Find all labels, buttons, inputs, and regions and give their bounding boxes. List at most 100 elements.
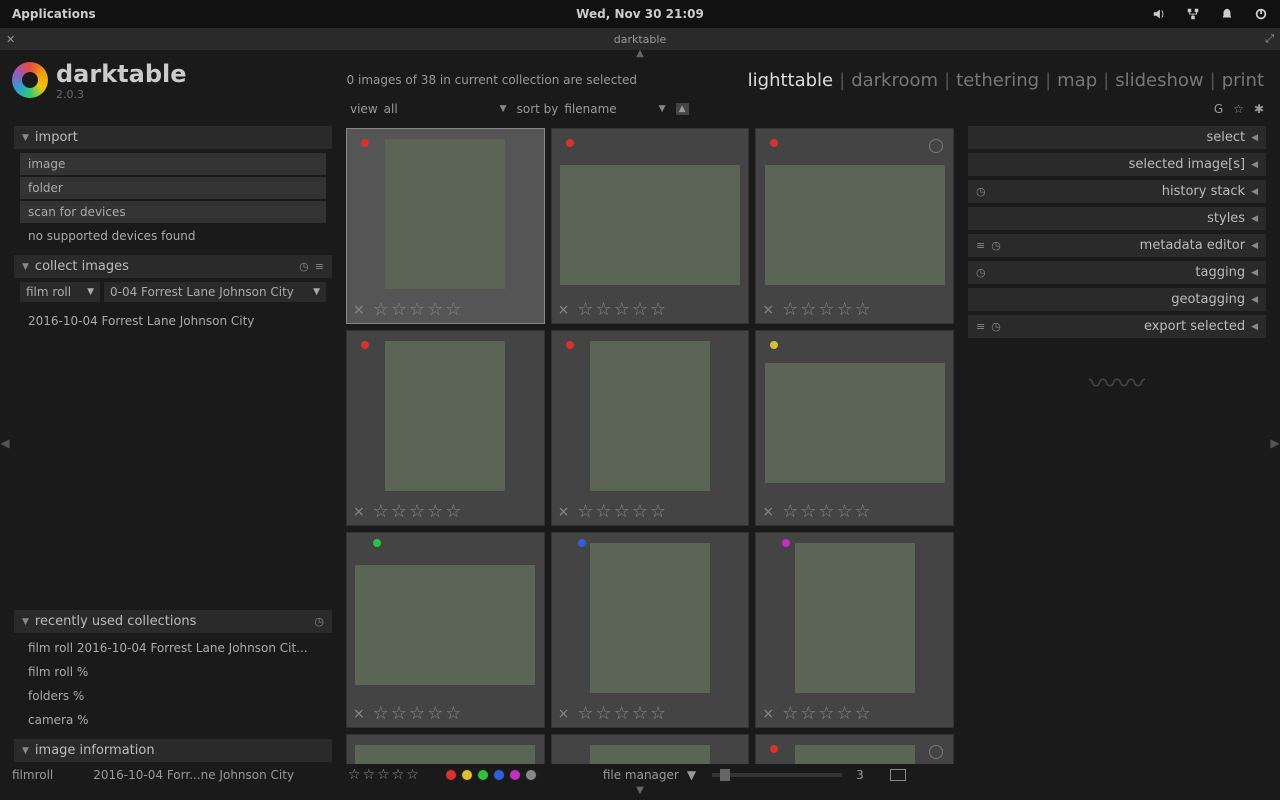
rating-star[interactable]: ☆	[818, 705, 834, 723]
rating-star[interactable]: ☆	[836, 503, 852, 521]
rating-star[interactable]: ☆	[836, 705, 852, 723]
rating-star[interactable]: ☆	[373, 301, 389, 319]
mode-slideshow[interactable]: slideshow	[1115, 70, 1203, 91]
rating-star[interactable]: ☆	[632, 705, 648, 723]
rating-star[interactable]: ☆	[782, 503, 798, 521]
rating-star[interactable]: ☆	[800, 705, 816, 723]
view-filter-dropdown[interactable]: view all ▼	[350, 102, 507, 116]
color-dot-yellow[interactable]	[461, 769, 473, 781]
rating-star[interactable]: ☆	[363, 767, 376, 783]
rating-star[interactable]: ☆	[427, 705, 443, 723]
reset-icon[interactable]: ◷	[991, 239, 1001, 252]
fullscreen-icon[interactable]	[890, 769, 906, 781]
panel-collapse-right[interactable]: ▶	[1270, 122, 1280, 764]
rating-star[interactable]: ☆	[782, 301, 798, 319]
rating-star[interactable]: ☆	[427, 301, 443, 319]
rating-star[interactable]: ☆	[596, 503, 612, 521]
collect-value-select[interactable]: 0-04 Forrest Lane Johnson City▼	[104, 282, 326, 302]
volume-icon[interactable]	[1152, 7, 1166, 21]
zoom-slider[interactable]	[712, 773, 842, 777]
rating-star[interactable]: ☆	[445, 301, 461, 319]
mode-map[interactable]: map	[1057, 70, 1097, 91]
reset-icon[interactable]: ◷	[991, 320, 1001, 333]
layout-mode-dropdown[interactable]: file manager ▼	[603, 768, 696, 782]
rating-star[interactable]: ☆	[373, 503, 389, 521]
import-image-button[interactable]: image	[20, 153, 326, 175]
history-icon[interactable]: ◷	[299, 260, 309, 273]
color-dot-grey[interactable]	[525, 769, 537, 781]
rating-star[interactable]: ☆	[800, 503, 816, 521]
rating-star[interactable]: ☆	[614, 301, 630, 319]
tagging-header[interactable]: ◷tagging◀	[968, 261, 1266, 284]
presets-icon[interactable]: ≡	[315, 260, 324, 273]
mode-print[interactable]: print	[1222, 70, 1264, 91]
metadata-header[interactable]: ≡◷metadata editor◀	[968, 234, 1266, 257]
import-header[interactable]: ▼import	[14, 126, 332, 149]
collect-header[interactable]: ▼collect images ◷≡	[14, 255, 332, 278]
thumbnail[interactable]: × ☆ ☆ ☆ ☆ ☆	[755, 128, 954, 324]
sort-dropdown[interactable]: sort by filename ▼	[517, 102, 666, 116]
rating-star[interactable]: ☆	[409, 503, 425, 521]
rating-star[interactable]: ☆	[782, 705, 798, 723]
applications-menu[interactable]: Applications	[12, 7, 96, 21]
geotag-header[interactable]: geotagging◀	[968, 288, 1266, 311]
reset-icon[interactable]: ◷	[976, 266, 986, 279]
reject-button[interactable]: ×	[558, 706, 570, 722]
recent-item[interactable]: film roll 2016-10-04 Forrest Lane Johnso…	[20, 637, 326, 659]
image-info-header[interactable]: ▼image information	[14, 739, 332, 762]
power-icon[interactable]	[1254, 7, 1268, 21]
thumbnail[interactable]: × ☆ ☆ ☆ ☆ ☆	[346, 330, 545, 526]
recent-item[interactable]: film roll %	[20, 661, 326, 683]
window-close-icon[interactable]: ✕	[6, 33, 15, 46]
rating-star[interactable]: ☆	[855, 301, 871, 319]
network-icon[interactable]	[1186, 7, 1200, 21]
rating-star[interactable]: ☆	[596, 301, 612, 319]
mode-darkroom[interactable]: darkroom	[851, 70, 938, 91]
rating-star[interactable]: ☆	[445, 503, 461, 521]
recent-item[interactable]: camera %	[20, 709, 326, 731]
reject-button[interactable]: ×	[762, 504, 774, 520]
rating-star[interactable]: ☆	[577, 301, 593, 319]
styles-header[interactable]: styles◀	[968, 207, 1266, 230]
collect-type-select[interactable]: film roll▼	[20, 282, 100, 302]
color-dot-red[interactable]	[445, 769, 457, 781]
reject-button[interactable]: ×	[558, 504, 570, 520]
rating-star[interactable]: ☆	[632, 301, 648, 319]
rating-star[interactable]: ☆	[377, 767, 390, 783]
rating-star[interactable]: ☆	[406, 767, 419, 783]
color-dot-green[interactable]	[477, 769, 489, 781]
rating-star[interactable]: ☆	[614, 503, 630, 521]
history-header[interactable]: ◷history stack◀	[968, 180, 1266, 203]
rating-star[interactable]: ☆	[391, 301, 407, 319]
collect-result-item[interactable]: 2016-10-04 Forrest Lane Johnson City	[20, 310, 326, 332]
thumbnail[interactable]: × ☆ ☆ ☆ ☆ ☆	[755, 330, 954, 526]
thumbnail[interactable]: × ☆ ☆ ☆ ☆ ☆	[551, 532, 750, 728]
overlay-star-icon[interactable]: ☆	[1233, 102, 1244, 116]
rating-star[interactable]: ☆	[391, 503, 407, 521]
rating-star[interactable]: ☆	[800, 301, 816, 319]
rating-star[interactable]: ☆	[855, 503, 871, 521]
rating-star[interactable]: ☆	[818, 503, 834, 521]
panel-collapse-bottom-icon[interactable]: ▼	[0, 786, 1280, 796]
rating-star[interactable]: ☆	[650, 705, 666, 723]
presets-icon[interactable]: ≡	[976, 320, 985, 333]
color-dot-magenta[interactable]	[509, 769, 521, 781]
recent-item[interactable]: folders %	[20, 685, 326, 707]
reject-button[interactable]: ×	[353, 302, 365, 318]
rating-star[interactable]: ☆	[427, 503, 443, 521]
select-header[interactable]: select◀	[968, 126, 1266, 149]
rating-star[interactable]: ☆	[445, 705, 461, 723]
reject-button[interactable]: ×	[762, 302, 774, 318]
rating-star[interactable]: ☆	[348, 767, 361, 783]
export-header[interactable]: ≡◷export selected◀	[968, 315, 1266, 338]
import-folder-button[interactable]: folder	[20, 177, 326, 199]
rating-star[interactable]: ☆	[577, 705, 593, 723]
group-toggle[interactable]: G	[1214, 102, 1223, 116]
rating-star[interactable]: ☆	[409, 301, 425, 319]
thumbnail[interactable]: × ☆ ☆ ☆ ☆ ☆	[551, 330, 750, 526]
rating-star[interactable]: ☆	[632, 503, 648, 521]
selected-images-header[interactable]: selected image[s]◀	[968, 153, 1266, 176]
rating-star[interactable]: ☆	[836, 301, 852, 319]
slider-handle[interactable]	[720, 769, 730, 781]
rating-star[interactable]: ☆	[650, 301, 666, 319]
